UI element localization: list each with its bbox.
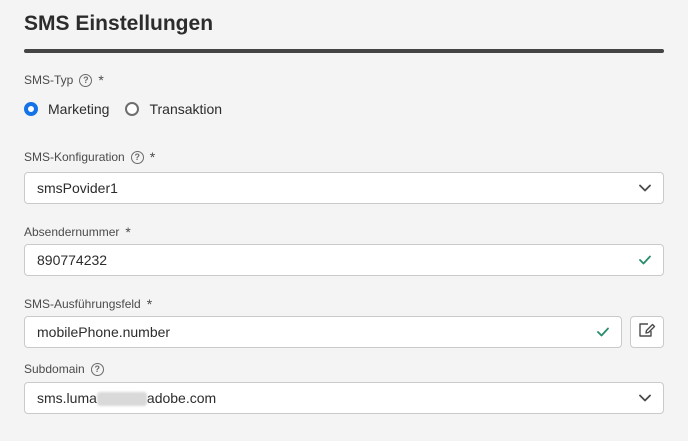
subdomain-value: sms.luma adobe.com	[37, 389, 663, 407]
chevron-down-icon[interactable]	[639, 394, 651, 402]
subdomain-suffix: adobe.com	[146, 389, 217, 406]
execution-field-input[interactable]: mobilePhone.number	[24, 316, 622, 348]
required-marker: *	[98, 72, 104, 88]
radio-marketing-label[interactable]: Marketing	[48, 101, 109, 117]
sms-config-label-row: SMS-Konfiguration ? *	[24, 149, 155, 165]
subdomain-prefix: sms.luma	[37, 389, 97, 406]
subdomain-select[interactable]: sms.luma adobe.com	[24, 382, 664, 414]
radio-marketing[interactable]: Marketing	[24, 101, 109, 117]
redacted-text	[96, 392, 147, 407]
radio-transaktion-circle[interactable]	[125, 102, 140, 116]
execution-field-label: SMS-Ausführungsfeld	[24, 297, 141, 311]
checkmark-icon	[597, 327, 609, 337]
sender-number-label-row: Absendernummer *	[24, 224, 131, 240]
radio-transaktion-label[interactable]: Transaktion	[149, 101, 222, 117]
sms-type-label-row: SMS-Typ ? *	[24, 72, 104, 88]
edit-icon	[638, 322, 656, 343]
help-icon[interactable]: ?	[79, 73, 93, 87]
chevron-down-icon[interactable]	[639, 184, 651, 192]
sms-config-label: SMS-Konfiguration	[24, 150, 125, 164]
sender-number-label: Absendernummer	[24, 225, 120, 239]
execution-field-label-row: SMS-Ausführungsfeld *	[24, 296, 152, 312]
sender-number-value: 890774232	[37, 252, 108, 268]
page-title: SMS Einstellungen	[24, 12, 214, 35]
radio-marketing-circle[interactable]	[24, 102, 38, 116]
subdomain-label: Subdomain	[24, 362, 85, 376]
edit-button[interactable]	[630, 316, 664, 348]
radio-transaktion[interactable]: Transaktion	[125, 101, 222, 117]
sms-config-select[interactable]: smsPovider1	[24, 172, 664, 204]
sms-type-radio-group: Marketing Transaktion	[24, 101, 238, 117]
help-icon[interactable]: ?	[90, 362, 104, 376]
subdomain-label-row: Subdomain ?	[24, 362, 104, 376]
required-marker: *	[149, 149, 156, 165]
sender-number-input[interactable]: 890774232	[24, 244, 664, 276]
sms-config-value: smsPovider1	[37, 180, 118, 196]
required-marker: *	[125, 224, 131, 240]
help-icon[interactable]: ?	[130, 150, 144, 164]
required-marker: *	[146, 296, 153, 312]
title-divider	[24, 49, 664, 53]
sms-type-label: SMS-Typ	[24, 73, 74, 87]
checkmark-icon	[639, 255, 651, 265]
execution-field-value: mobilePhone.number	[37, 324, 171, 340]
